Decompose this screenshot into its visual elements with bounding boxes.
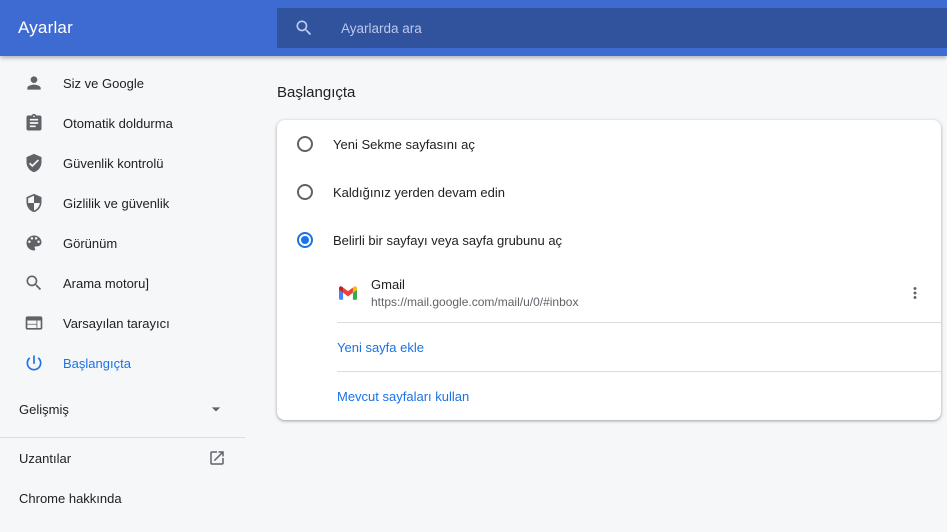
shield-icon — [24, 193, 44, 213]
person-icon — [24, 73, 44, 93]
add-new-page-button[interactable]: Yeni sayfa ekle — [277, 323, 941, 371]
add-new-page-label: Yeni sayfa ekle — [337, 340, 424, 355]
radio-button[interactable] — [297, 184, 313, 200]
search-input[interactable] — [339, 20, 739, 37]
startup-page-info: Gmail https://mail.google.com/mail/u/0/#… — [371, 277, 578, 310]
startup-option-specific-pages[interactable]: Belirli bir sayfayı veya sayfa grubunu a… — [277, 216, 941, 264]
sidebar-item-search-engine[interactable]: Arama motoru] — [0, 263, 250, 303]
page-title: Ayarlar — [18, 18, 73, 38]
sidebar-item-label: Güvenlik kontrolü — [63, 156, 163, 171]
sidebar-item-safety-check[interactable]: Güvenlik kontrolü — [0, 143, 250, 183]
settings-search-bar[interactable] — [277, 8, 947, 48]
sidebar-item-privacy-security[interactable]: Gizlilik ve güvenlik — [0, 183, 250, 223]
startup-page-url: https://mail.google.com/mail/u/0/#inbox — [371, 295, 578, 310]
external-link-icon — [208, 449, 226, 467]
sidebar-item-on-startup[interactable]: Başlangıçta — [0, 343, 250, 383]
kebab-menu-icon — [906, 284, 924, 302]
radio-label: Yeni Sekme sayfasını aç — [333, 137, 475, 152]
advanced-label: Gelişmiş — [19, 402, 69, 417]
sidebar-item-label: Siz ve Google — [63, 76, 144, 91]
sidebar-item-label: Arama motoru] — [63, 276, 149, 291]
radio-button[interactable] — [297, 136, 313, 152]
sidebar-item-appearance[interactable]: Görünüm — [0, 223, 250, 263]
sidebar-item-you-and-google[interactable]: Siz ve Google — [0, 63, 250, 103]
startup-page-menu-button[interactable] — [899, 277, 931, 309]
power-icon — [24, 353, 44, 373]
sidebar-item-label: Görünüm — [63, 236, 117, 251]
section-title: Başlangıçta — [277, 84, 355, 102]
sidebar-item-default-browser[interactable]: Varsayılan tarayıcı — [0, 303, 250, 343]
radio-label: Belirli bir sayfayı veya sayfa grubunu a… — [333, 233, 562, 248]
on-startup-card: Yeni Sekme sayfasını aç Kaldığınız yerde… — [277, 120, 941, 420]
startup-option-new-tab[interactable]: Yeni Sekme sayfasını aç — [277, 120, 941, 168]
sidebar-item-label: Otomatik doldurma — [63, 116, 173, 131]
settings-toolbar: Ayarlar — [0, 0, 947, 56]
shield-check-icon — [24, 153, 44, 173]
sidebar-item-about-chrome[interactable]: Chrome hakkında — [0, 478, 250, 518]
sidebar-item-autofill[interactable]: Otomatik doldurma — [0, 103, 250, 143]
use-current-pages-button[interactable]: Mevcut sayfaları kullan — [277, 372, 941, 420]
startup-page-name: Gmail — [371, 277, 578, 293]
radio-label: Kaldığınız yerden devam edin — [333, 185, 505, 200]
chevron-down-icon — [206, 399, 226, 419]
radio-button-selected[interactable] — [297, 232, 313, 248]
clipboard-icon — [24, 113, 44, 133]
sidebar-item-label: Varsayılan tarayıcı — [63, 316, 170, 331]
browser-window-icon — [24, 313, 44, 333]
sidebar-item-label: Uzantılar — [19, 451, 71, 466]
startup-page-row: Gmail https://mail.google.com/mail/u/0/#… — [277, 264, 941, 322]
palette-icon — [24, 233, 44, 253]
search-icon — [24, 273, 44, 293]
sidebar-advanced-toggle[interactable]: Gelişmiş — [0, 389, 250, 429]
startup-option-continue[interactable]: Kaldığınız yerden devam edin — [277, 168, 941, 216]
search-icon — [294, 18, 314, 38]
gmail-icon — [339, 284, 357, 302]
sidebar-item-label: Gizlilik ve güvenlik — [63, 196, 169, 211]
sidebar-item-label: Başlangıçta — [63, 356, 131, 371]
sidebar-item-label: Chrome hakkında — [19, 491, 122, 506]
settings-sidebar: Siz ve Google Otomatik doldurma Güvenlik… — [0, 56, 250, 518]
use-current-pages-label: Mevcut sayfaları kullan — [337, 389, 469, 404]
sidebar-item-extensions[interactable]: Uzantılar — [0, 438, 250, 478]
